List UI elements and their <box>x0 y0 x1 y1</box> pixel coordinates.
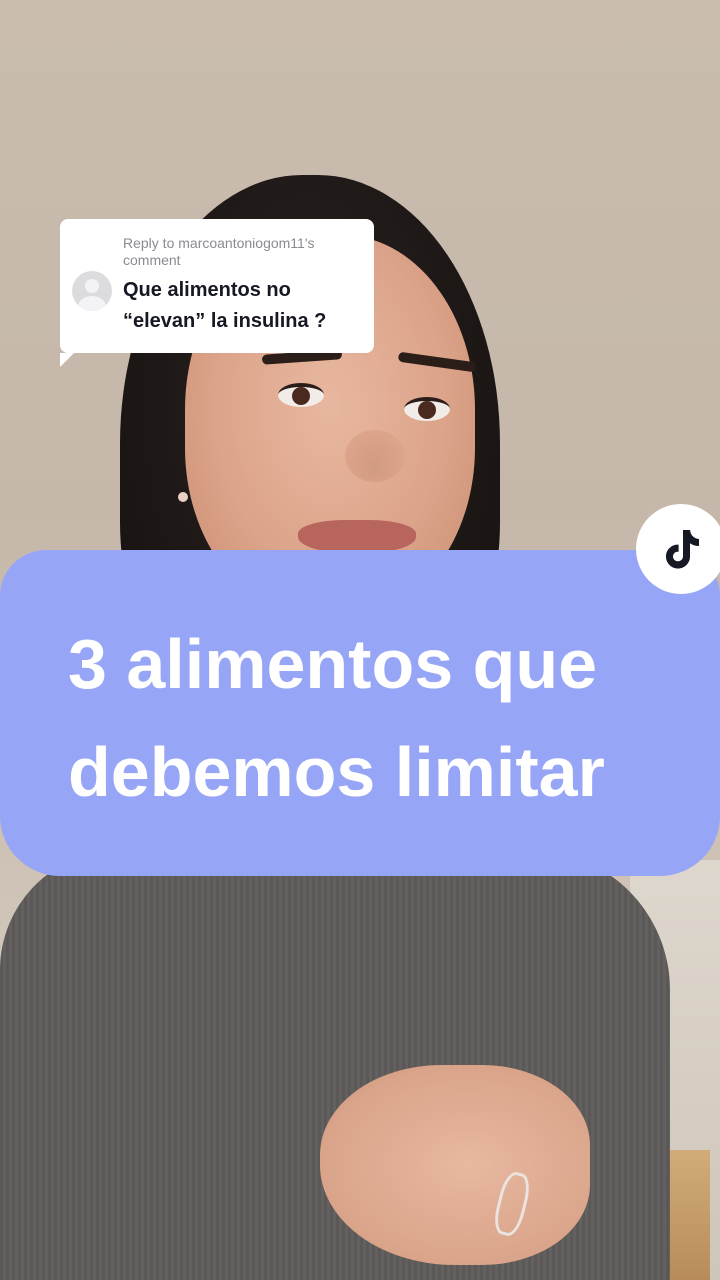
caption-line-1: 3 alimentos que <box>68 625 598 703</box>
person-hand <box>320 1065 590 1265</box>
tiktok-badge <box>636 504 720 594</box>
caption-banner <box>0 550 720 876</box>
reply-card-tail <box>60 353 74 367</box>
eye-left <box>278 383 324 407</box>
reply-comment-card[interactable]: Reply to marcoantoniogom11's comment Que… <box>60 219 374 367</box>
reply-header: Reply to marcoantoniogom11's comment <box>123 235 315 268</box>
eye-right <box>404 397 450 421</box>
mouth <box>298 520 416 554</box>
caption-line-2: debemos limitar <box>68 733 605 811</box>
nose <box>345 430 405 482</box>
reply-comment-text: Que alimentos no “elevan” la insulina ? <box>123 279 327 332</box>
avatar-head-icon <box>85 279 99 293</box>
avatar-body-icon <box>78 296 106 311</box>
avatar <box>72 271 112 311</box>
tiktok-logo-icon <box>666 530 699 569</box>
video-frame[interactable]: Reply to marcoantoniogom11's comment Que… <box>0 0 720 1280</box>
earring <box>178 492 188 502</box>
